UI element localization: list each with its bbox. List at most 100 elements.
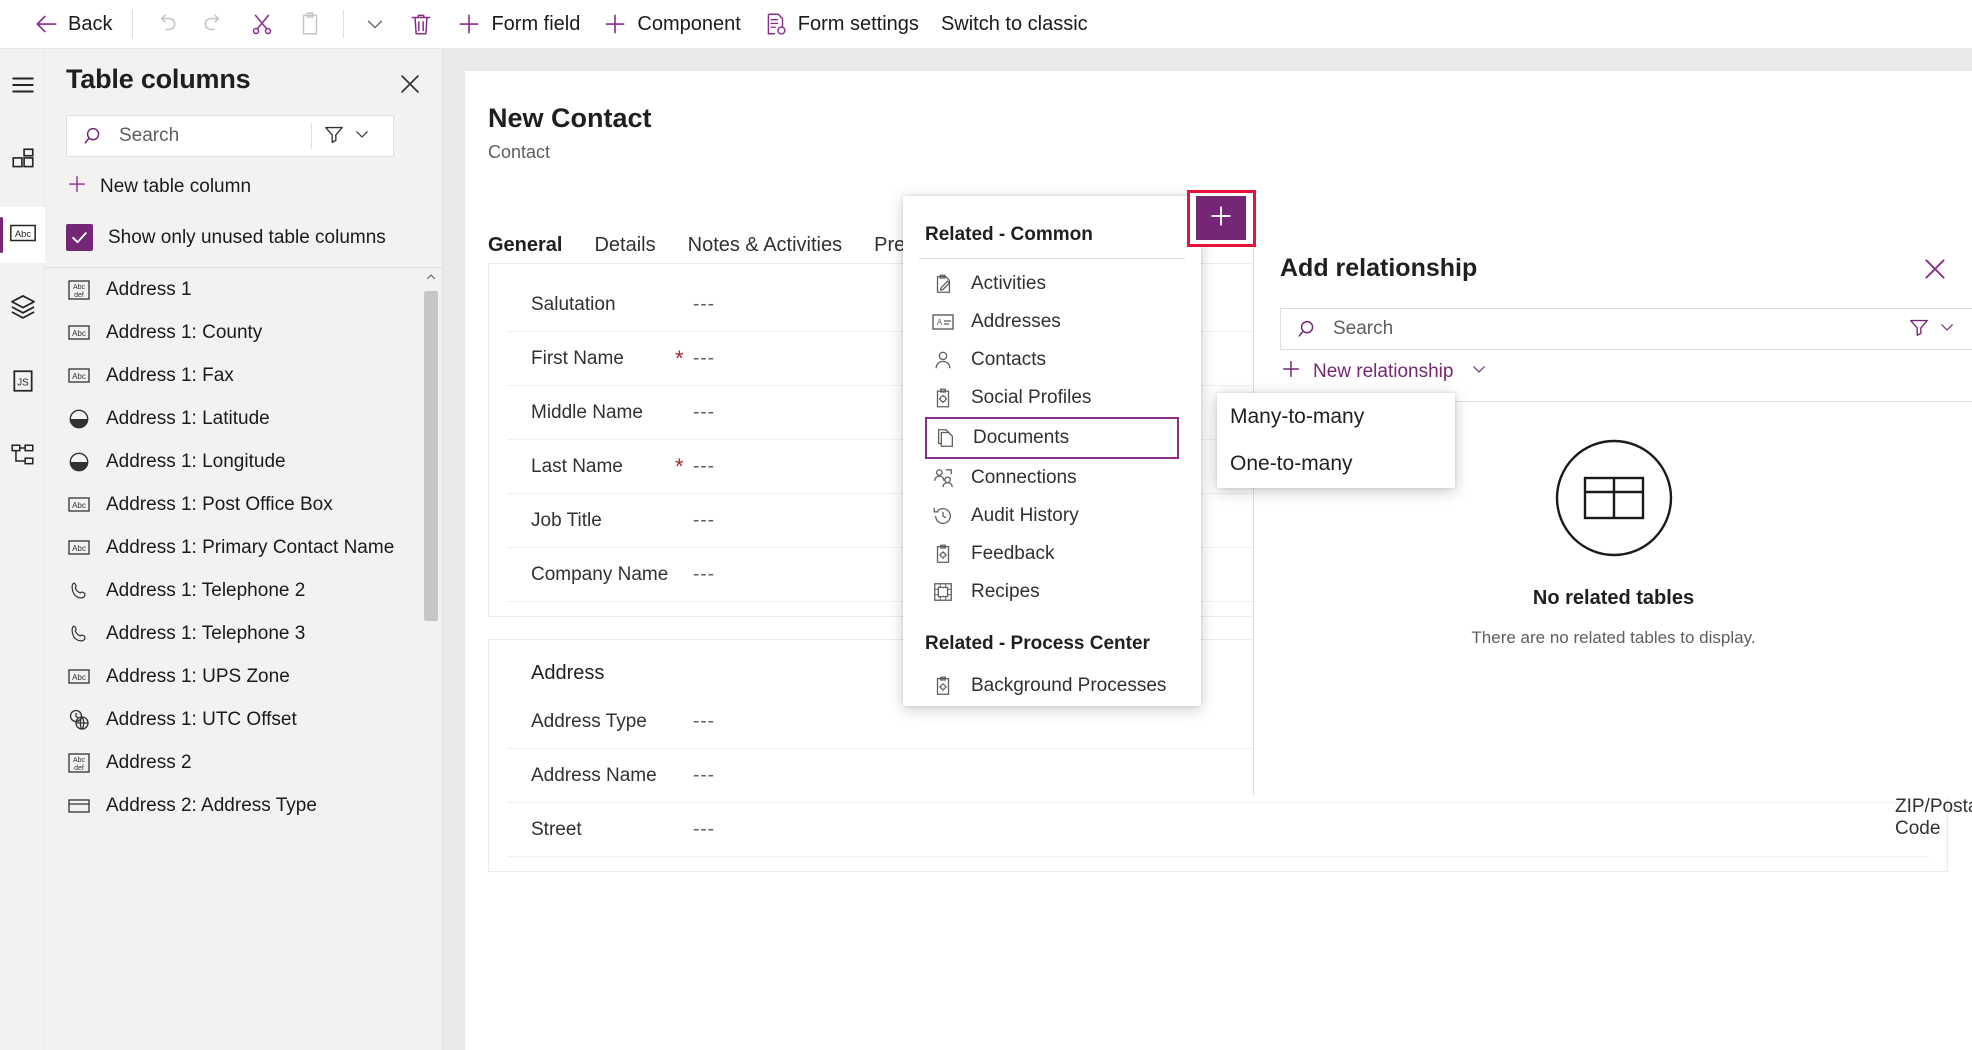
abc-box-icon: Abc [8,221,38,250]
paste-button[interactable] [286,4,334,44]
switch-to-classic-button[interactable]: Switch to classic [930,4,1099,44]
rail-item-layers[interactable] [0,281,45,337]
related-menu-item[interactable]: Connections [903,459,1201,497]
decimal-icon [66,451,92,473]
new-relationship-button[interactable]: New relationship [1280,358,1488,386]
cut-button[interactable] [238,4,286,44]
field-label: Salutation [531,293,616,315]
search-icon [1297,318,1319,340]
scrollbar-thumb[interactable] [424,291,438,621]
related-menu-item[interactable]: Background Processes [903,667,1201,705]
add-relationship-search-box[interactable] [1280,308,1972,350]
rail-item-javascript[interactable]: JS [0,355,45,411]
panel-title: Table columns [66,64,251,94]
related-menu-item[interactable]: Activities [903,265,1201,303]
decimal-icon [66,408,92,430]
optionset-icon [66,797,92,815]
table-column-row[interactable]: Address 1: Latitude [45,397,443,440]
table-column-row[interactable]: Abc Address 1: UPS Zone [45,655,443,698]
utc-icon [66,709,92,731]
chevron-down-icon [353,125,371,148]
related-menu-item[interactable]: Feedback [903,535,1201,573]
trash-icon [408,11,434,37]
undo-button[interactable] [142,4,190,44]
plus-icon [602,11,628,37]
related-menu-item[interactable]: Audit History [903,497,1201,535]
field-label: ZIP/Postal Code [1895,796,1972,839]
related-menu-item[interactable]: Social Profiles [903,379,1201,417]
related-process-center-header: Related - Process Center [925,633,1150,654]
plus-icon [456,11,482,37]
table-column-row[interactable]: Address 1: Telephone 2 [45,569,443,612]
svg-text:JS: JS [17,377,29,388]
add-relationship-search-input[interactable] [1331,317,1751,341]
field-value: --- [693,293,715,315]
component-button[interactable]: Component [591,4,751,44]
filter-button[interactable] [323,123,371,150]
plus-icon [66,173,88,201]
table-column-row[interactable]: Address 1: UTC Offset [45,698,443,741]
components-icon [10,146,36,177]
divider [343,10,345,38]
table-columns-list[interactable]: Abc def Address 1 Abc Address 1: County Abc Ad… [45,268,443,1050]
back-button[interactable]: Back [22,4,123,44]
table-column-row[interactable]: Address 1: Telephone 3 [45,612,443,655]
svg-text:Abc: Abc [72,329,86,338]
js-icon: JS [10,368,36,399]
form-field-row[interactable]: Street --- [507,803,1929,857]
svg-text:def: def [74,292,84,299]
related-menu-item-label: Addresses [971,311,1061,332]
new-table-column-button[interactable]: New table column [66,173,251,201]
table-column-row[interactable]: Address 2: Address Type [45,784,443,827]
related-menu-item[interactable]: Recipes [903,573,1201,611]
close-panel-button[interactable] [393,69,427,103]
related-menu-item[interactable]: Documents [925,417,1179,459]
add-relationship-plus-button[interactable] [1196,196,1246,240]
more-commands-button[interactable] [353,4,397,44]
redo-button[interactable] [190,4,238,44]
show-only-unused-checkbox[interactable]: Show only unused table columns [66,224,386,251]
form-settings-button[interactable]: Form settings [752,4,930,44]
table-column-label: Address 1: Telephone 3 [106,622,306,644]
related-menu-item[interactable]: Contacts [903,341,1201,379]
empty-table-illustration-icon [1519,426,1709,571]
table-column-row[interactable]: Abc def Address 2 [45,741,443,784]
form-settings-icon [763,11,789,37]
table-column-row[interactable]: Address 1: Longitude [45,440,443,483]
add-relationship-filter-button[interactable] [1908,316,1956,343]
table-column-label: Address 1: Longitude [106,450,286,472]
field-value: --- [693,347,715,369]
table-column-row[interactable]: Abc Address 1: County [45,311,443,354]
field-value: --- [693,455,715,477]
rail-item-table-columns[interactable]: Abc [0,207,45,263]
table-column-label: Address 1: Fax [106,364,234,386]
svg-text:def: def [74,765,84,772]
close-add-relationship-button[interactable] [1918,254,1952,288]
svg-text:Abc: Abc [72,501,86,510]
delete-button[interactable] [397,4,445,44]
abcdef-icon: Abc def [66,279,92,301]
related-menu-item[interactable]: A Addresses [903,303,1201,341]
table-column-row[interactable]: Abc Address 1: Fax [45,354,443,397]
table-column-label: Address 1: Primary Contact Name [106,536,395,558]
relationship-type-option[interactable]: One-to-many [1217,440,1455,487]
relationship-type-option[interactable]: Many-to-many [1217,393,1455,440]
field-value: --- [693,710,715,732]
table-column-label: Address 1: Latitude [106,407,270,429]
table-column-row[interactable]: Abc def Address 1 [45,268,443,311]
rail-item-tree-view[interactable] [0,429,45,485]
form-field-button[interactable]: Form field [445,4,591,44]
related-menu-item-label: Connections [971,467,1077,488]
search-input[interactable] [117,124,307,148]
rail-item-components[interactable] [0,133,45,189]
rail-item-menu[interactable] [0,59,45,115]
person-icon [931,349,955,371]
table-column-label: Address 1: County [106,321,263,343]
search-box[interactable] [66,115,394,157]
table-column-row[interactable]: Abc Address 1: Post Office Box [45,483,443,526]
table-column-label: Address 1 [106,278,192,300]
required-asterisk-icon: * [675,453,684,479]
scrollbar-up-arrow[interactable] [424,269,438,285]
table-column-row[interactable]: Abc Address 1: Primary Contact Name [45,526,443,569]
relationship-type-dropdown: Many-to-many One-to-many [1217,393,1455,488]
